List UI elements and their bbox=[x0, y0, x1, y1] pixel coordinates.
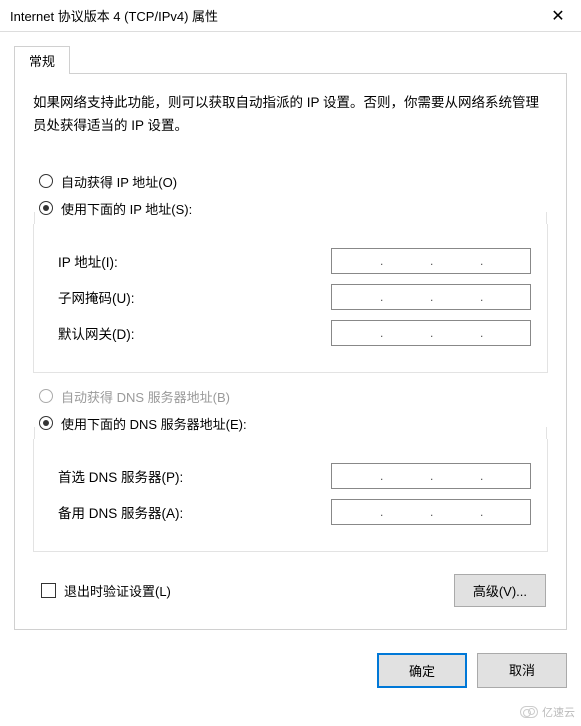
close-icon: ✕ bbox=[551, 6, 564, 26]
tab-general-label: 常规 bbox=[29, 54, 55, 69]
dns-alternate-label: 备用 DNS 服务器(A): bbox=[58, 502, 183, 522]
field-ip-address: IP 地址(I): . . . bbox=[58, 248, 531, 274]
radio-icon bbox=[39, 201, 53, 215]
watermark-text: 亿速云 bbox=[542, 704, 575, 720]
tab-panel-general: 如果网络支持此功能，则可以获取自动指派的 IP 设置。否则，你需要从网络系统管理… bbox=[14, 73, 567, 630]
ok-button-label: 确定 bbox=[409, 664, 435, 679]
field-dns-preferred: 首选 DNS 服务器(P): . . . bbox=[58, 463, 531, 489]
tab-general[interactable]: 常规 bbox=[14, 46, 70, 74]
subnet-label: 子网掩码(U): bbox=[58, 287, 135, 307]
dns-preferred-label: 首选 DNS 服务器(P): bbox=[58, 466, 183, 486]
dialog-footer: 确定 取消 bbox=[377, 653, 567, 688]
radio-icon bbox=[39, 389, 53, 403]
radio-icon bbox=[39, 174, 53, 188]
dns-fields-group: 首选 DNS 服务器(P): . . . 备用 DNS 服务器(A): . . … bbox=[33, 439, 548, 552]
dns-alternate-input[interactable]: . . . bbox=[331, 499, 531, 525]
radio-ip-manual-label: 使用下面的 IP 地址(S): bbox=[61, 199, 192, 218]
radio-icon bbox=[39, 416, 53, 430]
ok-button[interactable]: 确定 bbox=[377, 653, 467, 688]
tab-strip: 常规 bbox=[14, 46, 567, 74]
radio-dns-auto: 自动获得 DNS 服务器地址(B) bbox=[39, 387, 548, 406]
checkbox-icon bbox=[41, 583, 56, 598]
advanced-button[interactable]: 高级(V)... bbox=[454, 574, 546, 607]
close-button[interactable]: ✕ bbox=[535, 0, 581, 32]
ip-address-label: IP 地址(I): bbox=[58, 251, 118, 271]
radio-dns-auto-label: 自动获得 DNS 服务器地址(B) bbox=[61, 387, 230, 406]
validate-checkbox[interactable]: 退出时验证设置(L) bbox=[41, 581, 171, 600]
field-gateway: 默认网关(D): . . . bbox=[58, 320, 531, 346]
dialog-content: 常规 如果网络支持此功能，则可以获取自动指派的 IP 设置。否则，你需要从网络系… bbox=[0, 32, 581, 630]
watermark: 亿速云 bbox=[520, 704, 575, 720]
bottom-row: 退出时验证设置(L) 高级(V)... bbox=[33, 574, 548, 607]
subnet-input[interactable]: . . . bbox=[331, 284, 531, 310]
gateway-input[interactable]: . . . bbox=[331, 320, 531, 346]
window-title: Internet 协议版本 4 (TCP/IPv4) 属性 bbox=[10, 6, 218, 25]
gateway-label: 默认网关(D): bbox=[58, 323, 135, 343]
dns-preferred-input[interactable]: . . . bbox=[331, 463, 531, 489]
advanced-button-label: 高级(V)... bbox=[473, 584, 527, 599]
radio-ip-auto-label: 自动获得 IP 地址(O) bbox=[61, 172, 177, 191]
radio-dns-manual-label: 使用下面的 DNS 服务器地址(E): bbox=[61, 414, 247, 433]
field-subnet: 子网掩码(U): . . . bbox=[58, 284, 531, 310]
cancel-button[interactable]: 取消 bbox=[477, 653, 567, 688]
ip-address-input[interactable]: . . . bbox=[331, 248, 531, 274]
titlebar: Internet 协议版本 4 (TCP/IPv4) 属性 ✕ bbox=[0, 0, 581, 32]
description-text: 如果网络支持此功能，则可以获取自动指派的 IP 设置。否则，你需要从网络系统管理… bbox=[33, 92, 548, 138]
cloud-icon bbox=[520, 706, 538, 718]
radio-ip-auto[interactable]: 自动获得 IP 地址(O) bbox=[39, 172, 548, 191]
ip-fields-group: IP 地址(I): . . . 子网掩码(U): . . . 默认网关(D): … bbox=[33, 224, 548, 373]
field-dns-alternate: 备用 DNS 服务器(A): . . . bbox=[58, 499, 531, 525]
validate-label: 退出时验证设置(L) bbox=[64, 581, 171, 600]
radio-ip-manual[interactable]: 使用下面的 IP 地址(S): bbox=[39, 199, 548, 218]
cancel-button-label: 取消 bbox=[509, 663, 535, 678]
radio-dns-manual[interactable]: 使用下面的 DNS 服务器地址(E): bbox=[39, 414, 548, 433]
